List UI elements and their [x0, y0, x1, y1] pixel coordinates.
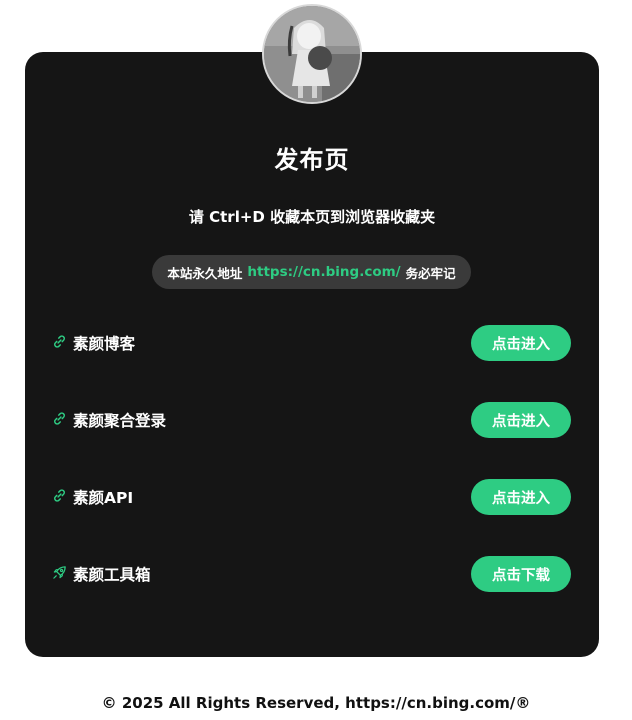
download-toolbox-button[interactable]: 点击下载	[471, 556, 571, 592]
list-item-label: 素颜聚合登录	[73, 412, 167, 430]
rocket-icon	[53, 566, 66, 579]
list-item-aggregate-login: 素颜聚合登录 点击进入	[52, 402, 571, 438]
list-item-label: 素颜API	[73, 489, 134, 507]
list-item-api: 素颜API 点击进入	[52, 479, 571, 515]
list-item-label-group: 素颜聚合登录	[52, 409, 166, 431]
list-item-label-group: 素颜工具箱	[52, 563, 151, 585]
bookmark-hint: 请 Ctrl+D 收藏本页到浏览器收藏夹	[188, 208, 436, 226]
link-icon	[54, 489, 65, 502]
permanent-address-label: 本站永久地址	[167, 265, 243, 281]
link-icon	[54, 412, 65, 425]
link-icon	[54, 335, 65, 348]
enter-blog-button[interactable]: 点击进入	[471, 325, 571, 361]
list-item-label-group: 素颜博客	[52, 332, 135, 354]
permanent-address-badge: 本站永久地址 https://cn.bing.com/ 务必牢记	[152, 255, 471, 289]
remember-label: 务必牢记	[405, 265, 456, 281]
list-item-label: 素颜博客	[73, 335, 136, 353]
list-item-toolbox: 素颜工具箱 点击下载	[52, 556, 571, 592]
list-item-label: 素颜工具箱	[73, 566, 151, 584]
avatar-illustration	[264, 6, 360, 102]
release-card: 发布页 请 Ctrl+D 收藏本页到浏览器收藏夹 本站永久地址 https://…	[25, 52, 599, 657]
list-item-blog: 素颜博客 点击进入	[52, 325, 571, 361]
avatar	[262, 4, 362, 104]
permanent-address-link[interactable]: https://cn.bing.com/	[247, 264, 400, 280]
page-title: 发布页	[274, 146, 350, 174]
enter-api-button[interactable]: 点击进入	[471, 479, 571, 515]
release-page: 发布页 请 Ctrl+D 收藏本页到浏览器收藏夹 本站永久地址 https://…	[0, 0, 632, 720]
list-item-label-group: 素颜API	[52, 486, 133, 508]
copyright-footer: © 2025 All Rights Reserved, https://cn.b…	[101, 694, 531, 712]
enter-aggregate-login-button[interactable]: 点击进入	[471, 402, 571, 438]
